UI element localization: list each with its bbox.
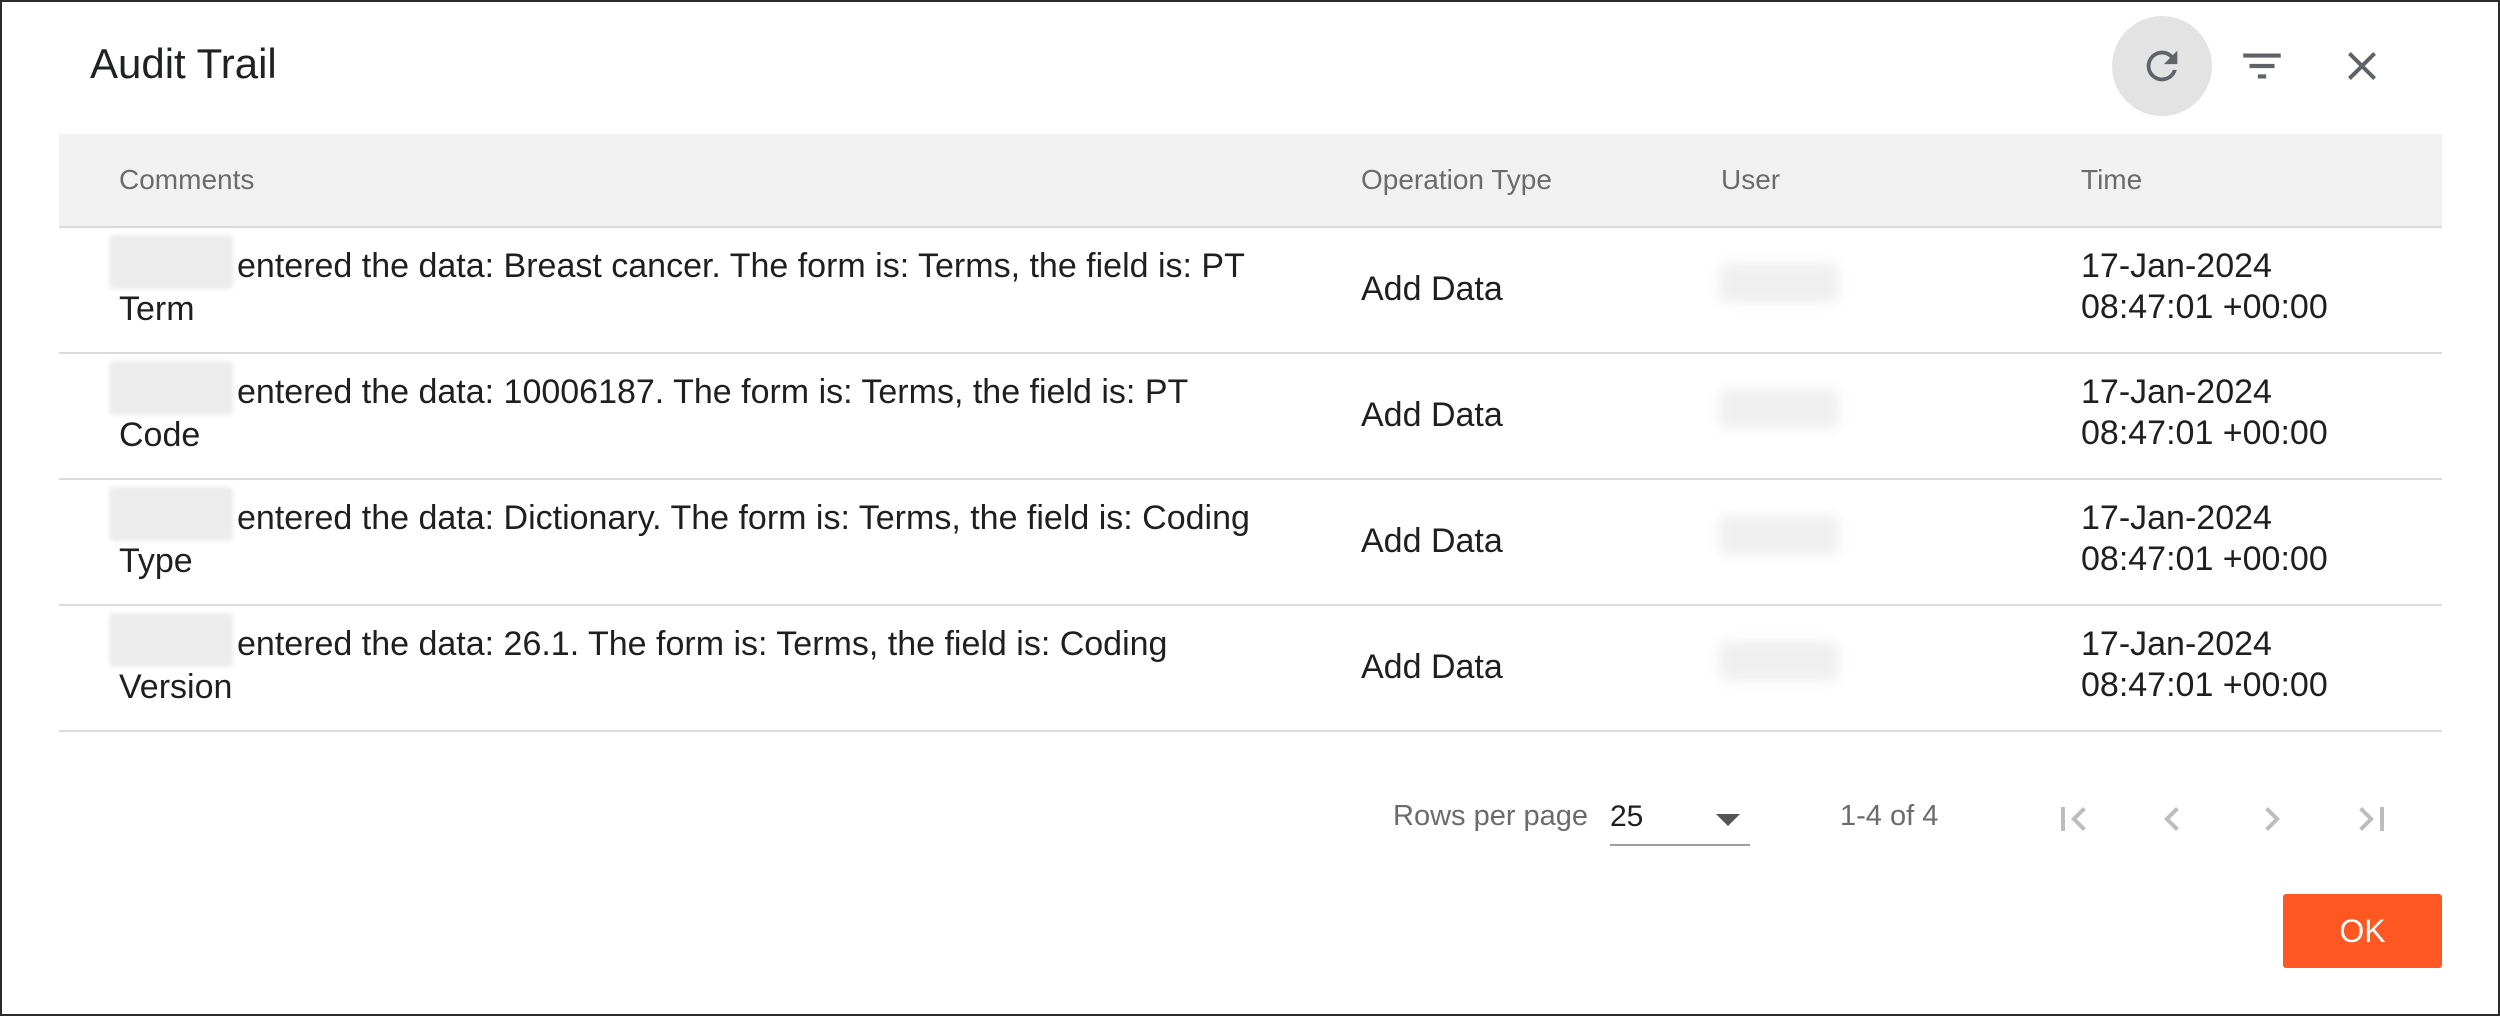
column-header-operation-type[interactable]: Operation Type [1361, 164, 1552, 196]
redacted-username [109, 361, 233, 416]
time-date: 17-Jan-2024 [2081, 373, 2272, 411]
user-cell [1719, 263, 1839, 313]
user-cell [1719, 641, 1839, 691]
redacted-username [109, 487, 233, 542]
last-page-icon [2359, 807, 2384, 831]
column-header-comments[interactable]: Comments [119, 164, 254, 196]
redacted-user [1719, 641, 1839, 681]
comment-text: entered the data: Breast cancer. The for… [237, 247, 1245, 285]
comment-text-continued: Code [119, 416, 201, 455]
column-header-user[interactable]: User [1721, 164, 1780, 196]
filter-icon [2243, 53, 2281, 79]
audit-table: Comments Operation Type User Time entere… [59, 134, 2442, 732]
rows-per-page-value: 25 [1610, 800, 1644, 833]
comment-cell: entered the data: 26.1. The form is: Ter… [109, 613, 1349, 708]
column-header-time[interactable]: Time [2081, 164, 2142, 196]
previous-page-button[interactable] [2137, 784, 2207, 854]
pagination-bar: Rows per page 25 1-4 of 4 [2, 772, 2500, 862]
comment-text-continued: Term [119, 290, 195, 329]
time-cell: 17-Jan-2024 08:47:01 +00:00 [2081, 372, 2328, 454]
time-clock: 08:47:01 +00:00 [2081, 540, 2328, 578]
operation-type-cell: Add Data [1361, 396, 1503, 434]
time-date: 17-Jan-2024 [2081, 625, 2272, 663]
comment-text-continued: Type [119, 542, 193, 581]
time-cell: 17-Jan-2024 08:47:01 +00:00 [2081, 624, 2328, 706]
redacted-username [109, 613, 233, 668]
operation-type-cell: Add Data [1361, 270, 1503, 308]
time-date: 17-Jan-2024 [2081, 247, 2272, 285]
first-page-button[interactable] [2038, 784, 2108, 854]
redacted-user [1719, 389, 1839, 429]
user-cell [1719, 515, 1839, 565]
table-row[interactable]: entered the data: Dictionary. The form i… [59, 480, 2442, 606]
table-row[interactable]: entered the data: Breast cancer. The for… [59, 228, 2442, 354]
ok-button[interactable]: OK [2283, 894, 2442, 968]
redacted-user [1719, 263, 1839, 303]
table-header: Comments Operation Type User Time [59, 134, 2442, 228]
table-row[interactable]: entered the data: 26.1. The form is: Ter… [59, 606, 2442, 732]
redacted-username [109, 235, 233, 290]
comment-text-continued: Version [119, 668, 233, 707]
comment-text: entered the data: Dictionary. The form i… [237, 499, 1250, 537]
time-clock: 08:47:01 +00:00 [2081, 666, 2328, 704]
filter-button[interactable] [2212, 16, 2312, 116]
close-button[interactable] [2312, 16, 2412, 116]
last-page-button[interactable] [2337, 784, 2407, 854]
audit-trail-dialog: Audit Trail Comments Operation Type User… [0, 0, 2500, 1016]
comment-cell: entered the data: Breast cancer. The for… [109, 235, 1349, 330]
time-cell: 17-Jan-2024 08:47:01 +00:00 [2081, 498, 2328, 580]
rows-per-page-select[interactable]: 25 [1610, 792, 1750, 846]
next-page-button[interactable] [2237, 784, 2307, 854]
operation-type-cell: Add Data [1361, 648, 1503, 686]
operation-type-cell: Add Data [1361, 522, 1503, 560]
first-page-icon [2061, 807, 2086, 831]
user-cell [1719, 389, 1839, 439]
comment-text: entered the data: 10006187. The form is:… [237, 373, 1189, 411]
rows-per-page-label: Rows per page [1393, 800, 1589, 832]
refresh-icon [2146, 50, 2178, 82]
dialog-title: Audit Trail [90, 40, 277, 87]
chevron-left-icon [2164, 807, 2179, 831]
time-clock: 08:47:01 +00:00 [2081, 414, 2328, 452]
refresh-button[interactable] [2112, 16, 2212, 116]
comment-text: entered the data: 26.1. The form is: Ter… [237, 625, 1168, 663]
redacted-user [1719, 515, 1839, 555]
dropdown-caret-icon [1716, 814, 1740, 826]
time-cell: 17-Jan-2024 08:47:01 +00:00 [2081, 246, 2328, 328]
table-row[interactable]: entered the data: 10006187. The form is:… [59, 354, 2442, 480]
pagination-range: 1-4 of 4 [1840, 800, 1939, 832]
time-date: 17-Jan-2024 [2081, 499, 2272, 537]
chevron-right-icon [2265, 807, 2280, 831]
time-clock: 08:47:01 +00:00 [2081, 288, 2328, 326]
comment-cell: entered the data: 10006187. The form is:… [109, 361, 1349, 456]
close-icon [2348, 52, 2376, 80]
comment-cell: entered the data: Dictionary. The form i… [109, 487, 1349, 582]
